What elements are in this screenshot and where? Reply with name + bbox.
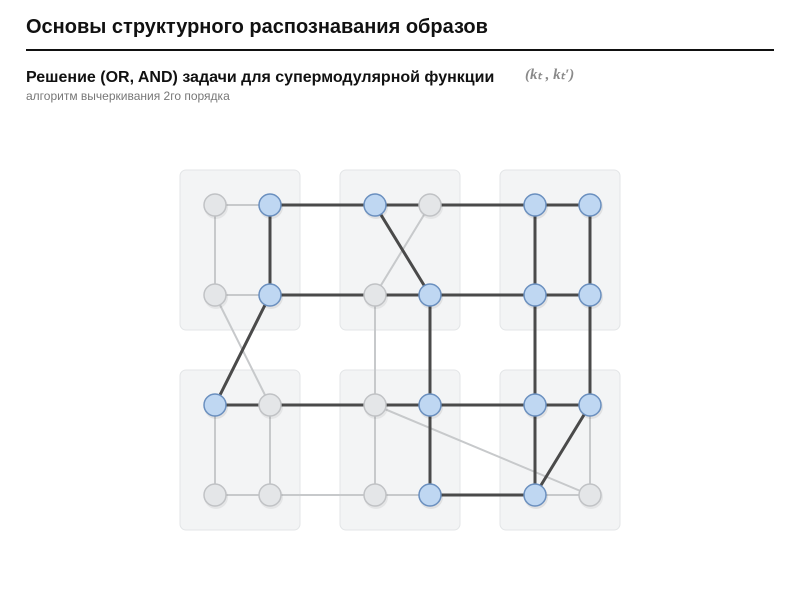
subtitle-formula: (kₜ , kₜ′) xyxy=(525,65,574,84)
grid-box xyxy=(340,170,460,330)
graph-node xyxy=(204,394,226,416)
graph-node xyxy=(419,394,441,416)
graph-node xyxy=(419,484,441,506)
slide: Основы структурного распознавания образо… xyxy=(0,0,800,600)
graph-node xyxy=(579,194,601,216)
graph-diagram xyxy=(140,150,660,550)
graph-node xyxy=(259,394,281,416)
grid-box xyxy=(500,370,620,530)
section-subsubtitle: алгоритм вычеркивания 2го порядка xyxy=(0,87,800,103)
page-title: Основы структурного распознавания образо… xyxy=(0,0,800,49)
graph-node xyxy=(579,484,601,506)
graph-node xyxy=(364,284,386,306)
graph-node xyxy=(419,194,441,216)
section-subtitle: Решение (OR, AND) задачи для супермодуля… xyxy=(0,69,800,87)
grid-box xyxy=(340,370,460,530)
graph-node xyxy=(364,194,386,216)
graph-node xyxy=(259,484,281,506)
graph-node xyxy=(524,284,546,306)
graph-node xyxy=(524,484,546,506)
graph-node xyxy=(579,394,601,416)
grid-box xyxy=(180,170,300,330)
graph-node xyxy=(204,484,226,506)
subtitle-text: Решение (OR, AND) задачи для супермодуля… xyxy=(26,69,494,86)
graph-node xyxy=(364,484,386,506)
grid-box xyxy=(500,170,620,330)
graph-node xyxy=(524,394,546,416)
graph-node xyxy=(204,284,226,306)
diagram-wrap xyxy=(0,150,800,550)
graph-node xyxy=(364,394,386,416)
graph-node xyxy=(259,194,281,216)
graph-node xyxy=(259,284,281,306)
graph-node xyxy=(524,194,546,216)
grid-box xyxy=(180,370,300,530)
title-divider xyxy=(26,49,774,51)
graph-node xyxy=(579,284,601,306)
graph-node xyxy=(204,194,226,216)
graph-node xyxy=(419,284,441,306)
